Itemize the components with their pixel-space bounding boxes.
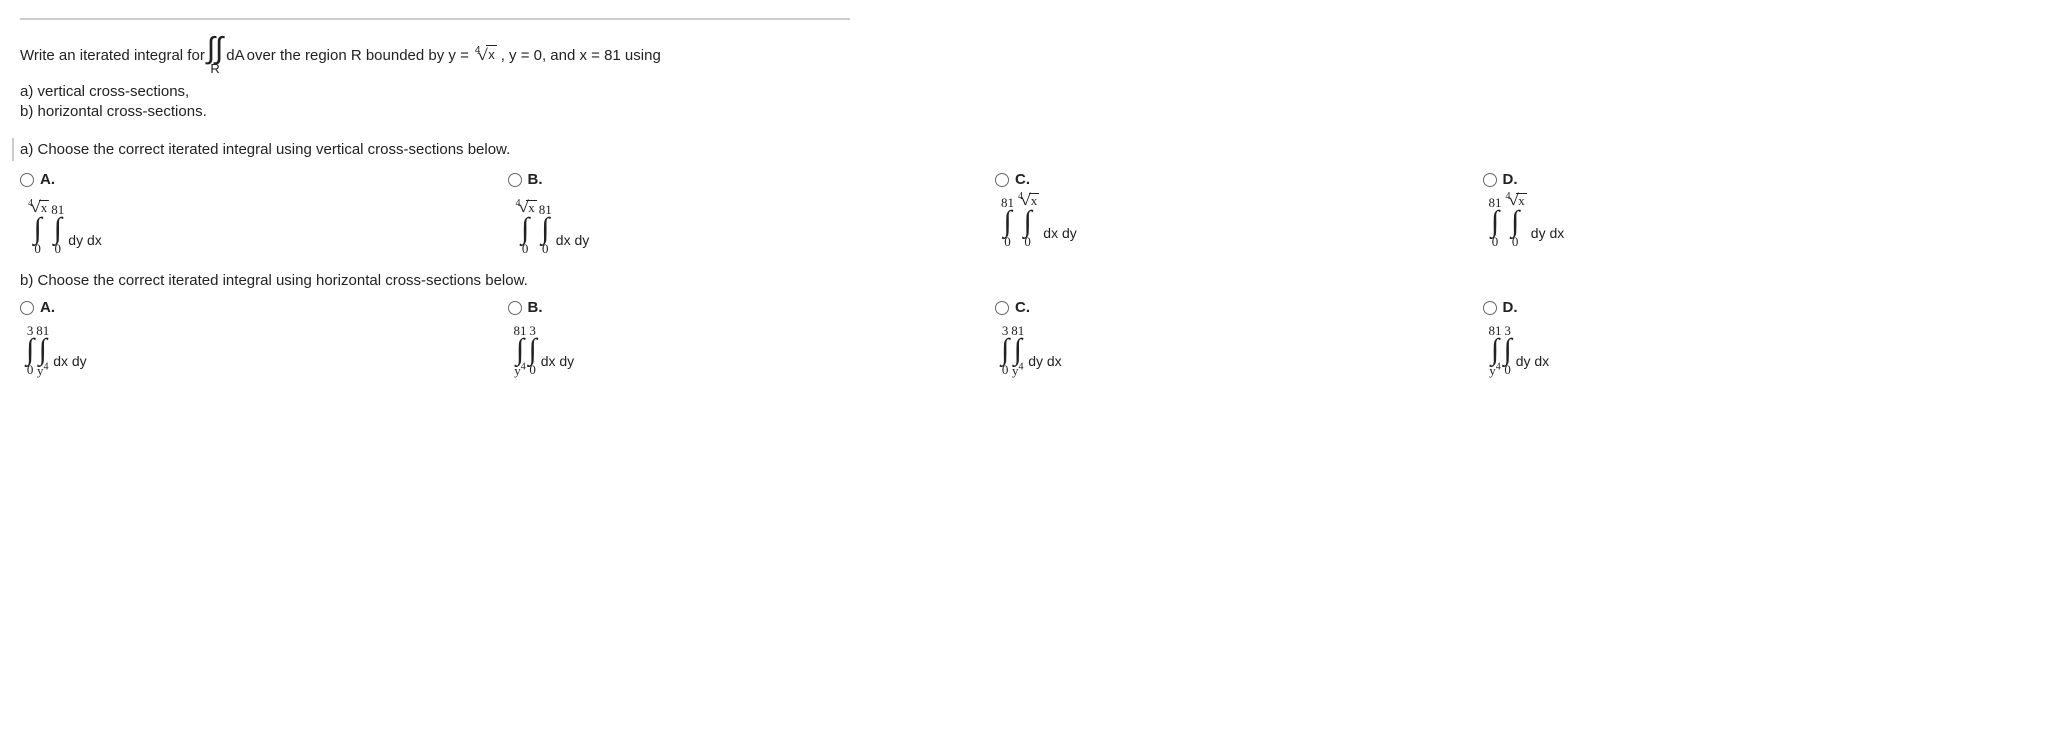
limit-value: 0 [542, 241, 549, 256]
radical-symbol: √ [30, 200, 41, 216]
integral-da: dA [223, 46, 244, 66]
radio-icon[interactable] [20, 301, 34, 315]
integrand: dx dy [539, 353, 574, 377]
stem-tail: , y = 0, and x = 81 using [501, 46, 661, 66]
part-a-label: a) vertical cross-sections, [20, 82, 840, 102]
limit-value: 0 [1504, 362, 1511, 377]
integral-expression: 3∫081∫y4dy dx [1001, 323, 1062, 377]
option-letter: A. [40, 299, 55, 316]
radical-symbol: √ [477, 45, 488, 67]
integral-sign: ∫ [521, 217, 529, 241]
integral-sign: ∫ [54, 217, 62, 241]
integral-expression: 81∫y43∫0dx dy [514, 323, 575, 377]
radical-symbol: √ [1020, 193, 1031, 209]
option[interactable]: B. 81∫y43∫0dx dy [508, 299, 996, 377]
radio-icon[interactable] [995, 173, 1009, 187]
integral-sign: ∫ [1014, 338, 1022, 362]
problem-container: Write an iterated integral for ∫ ∫ R dA … [0, 0, 2046, 377]
question-stem: Write an iterated integral for ∫ ∫ R dA … [20, 34, 840, 122]
integral-region: R [210, 60, 219, 78]
limit-power: y4 [1489, 363, 1501, 378]
integral-expression: 4√x∫081∫0dx dy [514, 202, 590, 256]
option[interactable]: B.4√x∫081∫0dx dy [508, 171, 996, 256]
section-b-label: b) Choose the correct iterated integral … [20, 272, 2046, 289]
integral-sign: ∫ [1024, 210, 1032, 234]
integrand: dx dy [51, 353, 86, 377]
integral-expression: 4√x∫081∫0dy dx [26, 202, 102, 256]
integral-sign: ∫ [1511, 210, 1519, 234]
limit-value: 0 [529, 362, 536, 377]
integral-sign: ∫ [34, 217, 42, 241]
radio-icon[interactable] [995, 301, 1009, 315]
option-letter: C. [1015, 171, 1030, 188]
limit-value: 0 [55, 241, 62, 256]
limit-value: 0 [522, 241, 529, 256]
divider [20, 18, 850, 20]
radio-icon[interactable] [1483, 173, 1497, 187]
limit-value: 0 [1024, 234, 1031, 249]
section-a-label: a) Choose the correct iterated integral … [12, 138, 792, 161]
option[interactable]: C. 3∫081∫y4dy dx [995, 299, 1483, 377]
integral-sign: ∫ [541, 217, 549, 241]
radio-icon[interactable] [1483, 301, 1497, 315]
radio-icon[interactable] [20, 173, 34, 187]
option[interactable]: A.4√x∫081∫0dy dx [20, 171, 508, 256]
stem-post: over the region R bounded by y = [247, 46, 469, 66]
option[interactable]: D.81∫04√x∫0dy dx [1483, 171, 1971, 256]
integral-sign: ∫ [516, 338, 524, 362]
option[interactable]: A. 3∫081∫y4dx dy [20, 299, 508, 377]
limit-power: y4 [37, 363, 49, 378]
integrand: dy dx [1514, 353, 1549, 377]
limit-value: 0 [1002, 362, 1009, 377]
part-b-label: b) horizontal cross-sections. [20, 102, 840, 122]
integral-expression: 81∫y43∫0dy dx [1489, 323, 1550, 377]
options-row-a: A.4√x∫081∫0dy dxB.4√x∫081∫0dx dyC.81∫04√… [20, 171, 1970, 256]
integrand: dy dx [1529, 225, 1564, 249]
option[interactable]: D. 81∫y43∫0dy dx [1483, 299, 1971, 377]
limit-value: 0 [27, 362, 34, 377]
integral-expression: 81∫04√x∫0dx dy [1001, 195, 1077, 249]
option-letter: B. [528, 299, 543, 316]
integrand: dy dx [66, 232, 101, 256]
integral-sign: ∫ [39, 338, 47, 362]
integral-sign: ∫ [1003, 210, 1011, 234]
limit-value: 0 [1004, 234, 1011, 249]
integral-expression: 81∫04√x∫0dy dx [1489, 195, 1565, 249]
integrand: dx dy [554, 232, 589, 256]
integral-expression: 3∫081∫y4dx dy [26, 323, 87, 377]
option-letter: C. [1015, 299, 1030, 316]
limit-value: 0 [34, 241, 41, 256]
limit-power: y4 [514, 363, 526, 378]
limit-power: y4 [1012, 363, 1024, 378]
radio-icon[interactable] [508, 173, 522, 187]
integral-sign: ∫ [529, 338, 537, 362]
integral-sign: ∫ [1504, 338, 1512, 362]
radical-symbol: √ [1507, 193, 1518, 209]
option-letter: D. [1503, 299, 1518, 316]
option[interactable]: C.81∫04√x∫0dx dy [995, 171, 1483, 256]
option-letter: B. [528, 171, 543, 188]
integrand: dy dx [1026, 353, 1061, 377]
integral-sign: ∫ [1491, 210, 1499, 234]
limit-value: 0 [1512, 234, 1519, 249]
integral-sign: ∫ [1001, 338, 1009, 362]
integral-sign: ∫ [1491, 338, 1499, 362]
stem-pre: Write an iterated integral for [20, 46, 205, 66]
integrand: dx dy [1041, 225, 1076, 249]
radical-symbol: √ [517, 200, 528, 216]
integral-sign: ∫ [26, 338, 34, 362]
option-letter: A. [40, 171, 55, 188]
limit-value: 0 [1492, 234, 1499, 249]
option-letter: D. [1503, 171, 1518, 188]
options-row-b: A. 3∫081∫y4dx dy B. 81∫y43∫0dx dy C. 3∫081∫y4… [20, 299, 1970, 377]
radio-icon[interactable] [508, 301, 522, 315]
